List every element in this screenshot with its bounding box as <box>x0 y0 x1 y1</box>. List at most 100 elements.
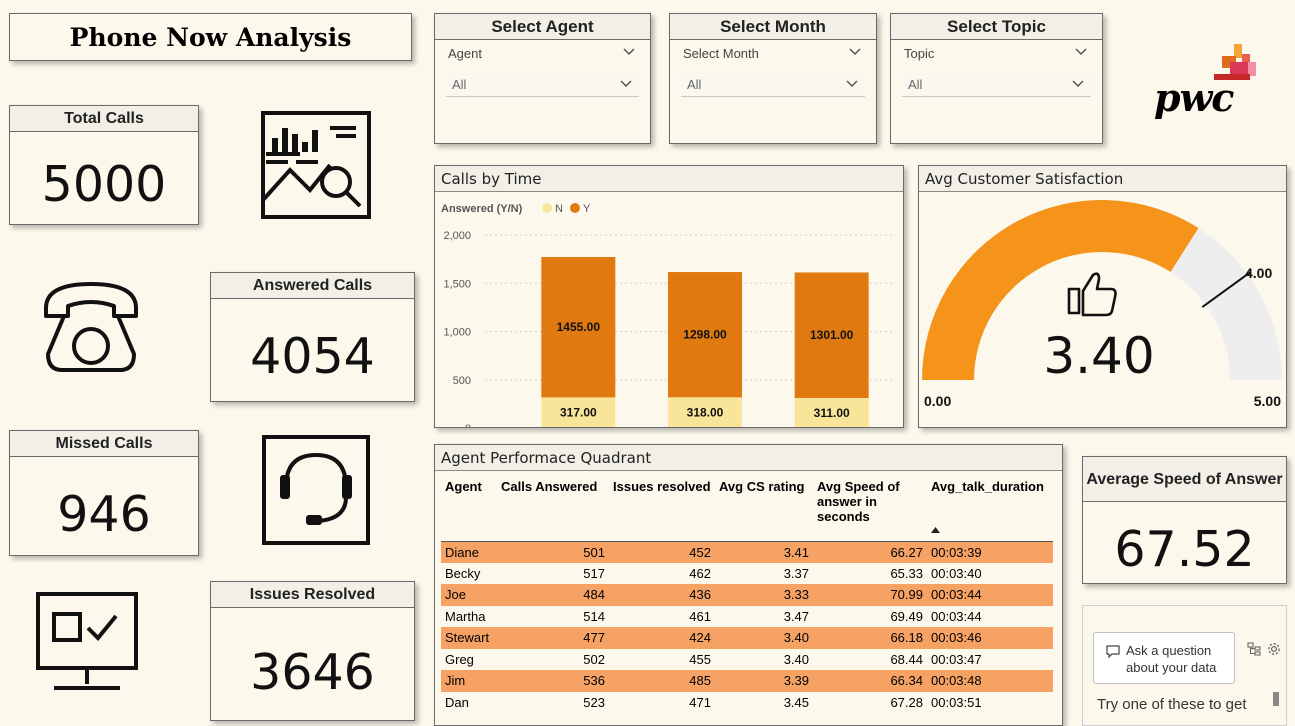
slicer-agent[interactable]: Select Agent Agent All <box>434 13 651 144</box>
y-tick-label: 0 <box>465 423 471 427</box>
y-tick-label: 1,000 <box>443 327 471 339</box>
calls-by-time-panel[interactable]: Calls by Time Answered (Y/N) N Y 2,000 1,500… <box>434 165 904 428</box>
y-tick-label: 1,500 <box>443 278 471 290</box>
table-row[interactable]: Becky 517 462 3.37 65.33 00:03:40 <box>441 563 1053 585</box>
cell-speed: 66.34 <box>813 670 927 692</box>
cell-calls: 536 <box>497 670 609 692</box>
table-row[interactable]: Jim 536 485 3.39 66.34 00:03:48 <box>441 670 1053 692</box>
kpi-avg-speed-value: 67.52 <box>1114 521 1255 578</box>
cell-speed: 67.28 <box>890 694 923 710</box>
chevron-down-icon[interactable] <box>619 76 633 90</box>
cell-cs: 3.40 <box>715 627 813 649</box>
satisfaction-title: Avg Customer Satisfaction <box>919 166 1286 192</box>
page-title-card: Phone Now Analysis <box>9 13 412 61</box>
kpi-answered-calls-label: Answered Calls <box>211 273 414 299</box>
data-label: 311.00 <box>814 406 850 420</box>
gauge-max-label: 5.00 <box>1254 393 1281 409</box>
slicer-topic-value: All <box>908 77 923 92</box>
kpi-issues-resolved-label: Issues Resolved <box>211 582 414 608</box>
kpi-issues-resolved[interactable]: Issues Resolved 3646 <box>210 581 415 721</box>
y-tick-label: 500 <box>453 375 471 387</box>
slicer-topic-label: Topic <box>904 46 935 61</box>
cell-talk: 00:03:44 <box>927 584 1053 606</box>
y-tick-label: 2,000 <box>443 230 471 242</box>
table-row[interactable]: Joe 484 436 3.33 70.99 00:03:44 <box>441 584 1053 606</box>
cell-speed: 69.49 <box>890 608 923 624</box>
kpi-avg-speed[interactable]: Average Speed of Answer 67.52 <box>1082 456 1287 584</box>
calls-by-time-title: Calls by Time <box>435 166 903 192</box>
kpi-avg-speed-label: Average Speed of Answer <box>1083 457 1286 502</box>
headset-icon <box>262 435 370 545</box>
cell-cs: 3.40 <box>783 651 809 667</box>
cell-calls: 477 <box>497 627 609 649</box>
chevron-down-icon[interactable] <box>1071 76 1085 90</box>
chevron-down-icon[interactable] <box>848 44 862 58</box>
cell-resolved: 485 <box>609 670 715 692</box>
cell-agent: Martha <box>445 608 486 624</box>
chevron-down-icon[interactable] <box>845 76 859 90</box>
cell-talk: 00:03:40 <box>931 565 982 581</box>
data-label: 318.00 <box>687 406 724 420</box>
kpi-missed-calls[interactable]: Missed Calls 946 <box>9 430 199 556</box>
legend-swatch-n[interactable] <box>542 203 552 213</box>
qa-scrollbar[interactable] <box>1273 692 1279 706</box>
legend-swatch-y[interactable] <box>570 203 580 213</box>
kpi-issues-resolved-value: 3646 <box>250 644 375 701</box>
agent-table-panel[interactable]: Agent Performace Quadrant Agent Calls An… <box>434 444 1063 726</box>
agent-table[interactable]: Agent Calls Answered Issues resolved Avg… <box>441 479 1053 713</box>
col-agent[interactable]: Agent <box>441 479 497 541</box>
table-row[interactable]: Dan 523 471 3.45 67.28 00:03:51 <box>441 692 1053 714</box>
satisfaction-gauge[interactable]: 4.00 0.00 5.00 3.40 <box>919 193 1286 427</box>
col-issues-resolved[interactable]: Issues resolved <box>609 479 715 541</box>
legend-title: Answered (Y/N) <box>441 203 523 215</box>
table-row[interactable]: Greg 502 455 3.40 68.44 00:03:47 <box>441 649 1053 671</box>
gear-icon[interactable] <box>1267 642 1281 656</box>
cell-cs: 3.45 <box>783 694 809 710</box>
cell-cs: 3.33 <box>715 584 813 606</box>
slicer-topic-dropdown[interactable]: All <box>902 70 1091 97</box>
gauge-target-label: 4.00 <box>1245 265 1272 281</box>
cell-resolved: 452 <box>609 540 715 563</box>
cell-agent: Stewart <box>441 627 497 649</box>
cell-resolved: 471 <box>689 694 711 710</box>
kpi-total-calls-label: Total Calls <box>10 106 198 132</box>
legend-label-y[interactable]: Y <box>583 203 591 215</box>
kpi-total-calls[interactable]: Total Calls 5000 <box>9 105 199 225</box>
slicer-month-dropdown[interactable]: All <box>681 70 865 97</box>
col-calls-answered[interactable]: Calls Answered <box>497 479 609 541</box>
col-avg-speed[interactable]: Avg Speed of answer in seconds <box>813 479 927 541</box>
chevron-down-icon[interactable] <box>1074 44 1088 58</box>
slicer-month[interactable]: Select Month Select Month All <box>669 13 877 144</box>
satisfaction-panel[interactable]: Avg Customer Satisfaction 4.00 0.00 5.00 3.… <box>918 165 1287 428</box>
col-avg-cs-rating[interactable]: Avg CS rating <box>715 479 813 541</box>
monitor-checkbox-icon <box>36 592 138 690</box>
slicer-topic-title: Select Topic <box>891 14 1102 40</box>
cell-agent: Jim <box>441 670 497 692</box>
kpi-missed-calls-label: Missed Calls <box>10 431 198 457</box>
cell-agent: Joe <box>441 584 497 606</box>
ask-question-button[interactable]: Ask a question about your data <box>1093 632 1235 684</box>
col-avg-talk-duration-label: Avg_talk_duration <box>931 479 1044 494</box>
cell-calls: 514 <box>583 608 605 624</box>
slicer-topic[interactable]: Select Topic Topic All <box>890 13 1103 144</box>
chevron-down-icon[interactable] <box>622 44 636 58</box>
cell-cs: 3.41 <box>715 540 813 563</box>
kpi-answered-calls[interactable]: Answered Calls 4054 <box>210 272 415 402</box>
sort-ascending-icon[interactable] <box>931 527 940 533</box>
col-avg-talk-duration[interactable]: Avg_talk_duration <box>927 479 1053 541</box>
table-row[interactable]: Martha 514 461 3.47 69.49 00:03:44 <box>441 606 1053 628</box>
cell-cs: 3.47 <box>783 608 809 624</box>
cell-calls: 517 <box>583 565 605 581</box>
calls-by-time-chart[interactable]: Answered (Y/N) N Y 2,000 1,500 1,000 500 0 317.0… <box>435 193 903 427</box>
table-row[interactable]: Stewart 477 424 3.40 66.18 00:03:46 <box>441 627 1053 649</box>
slicer-agent-dropdown[interactable]: All <box>446 70 639 97</box>
hierarchy-icon[interactable] <box>1247 642 1261 656</box>
cell-talk: 00:03:39 <box>927 540 1053 563</box>
kpi-answered-calls-value: 4054 <box>250 328 375 385</box>
cell-speed: 66.27 <box>813 540 927 563</box>
table-row[interactable]: Diane 501 452 3.41 66.27 00:03:39 <box>441 540 1053 563</box>
cell-cs: 3.37 <box>783 565 809 581</box>
qa-panel[interactable]: Ask a question about your data Try one o… <box>1082 605 1287 726</box>
cell-calls: 523 <box>583 694 605 710</box>
legend-label-n[interactable]: N <box>555 203 563 215</box>
